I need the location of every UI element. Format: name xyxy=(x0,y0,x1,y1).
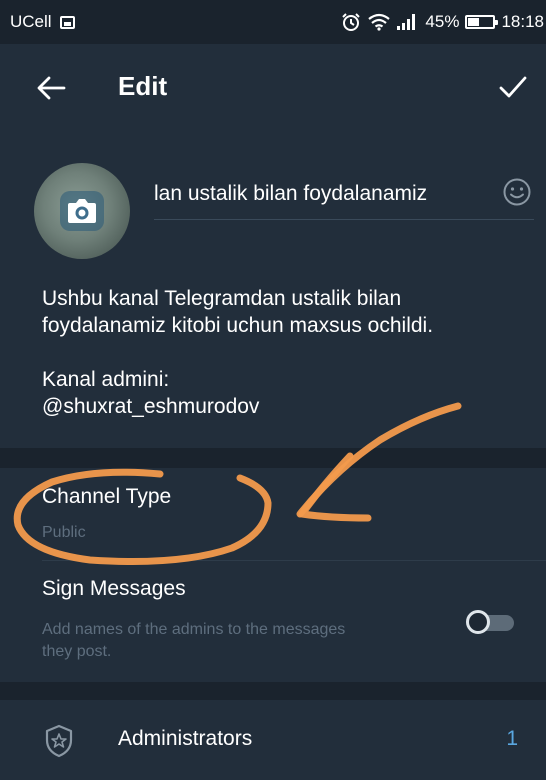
gallery-notification-icon xyxy=(59,15,75,29)
channel-info-panel: lan ustalik bilan foydalanamiz Ushbu kan… xyxy=(0,130,546,448)
channel-settings-panel: Channel Type Public Sign Messages Add na… xyxy=(0,468,546,682)
administrators-count: 1 xyxy=(506,727,518,750)
channel-type-value: Public xyxy=(42,524,86,541)
description-paragraph: Ushbu kanal Telegramdan ustalik bilan fo… xyxy=(42,287,434,337)
sign-messages-title: Sign Messages xyxy=(42,577,186,600)
checkmark-icon xyxy=(499,76,527,98)
arrow-left-icon xyxy=(37,76,66,100)
battery-level xyxy=(468,18,480,26)
channel-type-row[interactable]: Channel Type Public xyxy=(0,468,546,560)
camera-icon xyxy=(60,191,104,231)
section-divider xyxy=(0,682,546,700)
administrators-row[interactable]: Administrators 1 xyxy=(0,700,546,780)
done-button[interactable] xyxy=(498,74,528,100)
channel-type-title: Channel Type xyxy=(42,485,172,508)
page-title: Edit xyxy=(118,71,168,101)
status-bar-left: UCell xyxy=(10,12,75,32)
emoji-button[interactable] xyxy=(502,177,532,207)
sign-messages-description: Add names of the admins to the messages … xyxy=(42,621,346,660)
back-button[interactable] xyxy=(36,75,66,101)
sign-messages-toggle[interactable] xyxy=(466,610,516,634)
section-divider xyxy=(0,448,546,468)
signal-icon xyxy=(397,13,419,31)
alarm-icon xyxy=(341,12,361,32)
description-paragraph: Kanal admini: @shuxrat_eshmurodov xyxy=(42,368,260,418)
battery-icon xyxy=(465,15,499,29)
admin-badge-icon xyxy=(44,724,74,758)
clock: 18:18 xyxy=(501,12,544,31)
administrators-label: Administrators xyxy=(118,727,253,750)
app-bar: Edit xyxy=(0,44,546,130)
status-bar: UCell 45% 18:18 xyxy=(0,0,546,44)
sign-messages-row[interactable]: Sign Messages Add names of the admins to… xyxy=(0,561,546,682)
channel-description-input[interactable]: Ushbu kanal Telegramdan ustalik bilan fo… xyxy=(42,285,522,447)
carrier-name: UCell xyxy=(10,12,52,31)
wifi-icon xyxy=(367,13,391,31)
channel-avatar[interactable] xyxy=(34,163,130,259)
status-bar-right: 45% 18:18 xyxy=(341,12,546,32)
channel-name-input[interactable]: lan ustalik bilan foydalanamiz xyxy=(154,177,534,220)
battery-percent: 45% xyxy=(425,12,460,31)
toggle-knob xyxy=(466,610,490,634)
smiley-icon xyxy=(503,178,531,206)
channel-name-value: lan ustalik bilan foydalanamiz xyxy=(154,182,428,205)
